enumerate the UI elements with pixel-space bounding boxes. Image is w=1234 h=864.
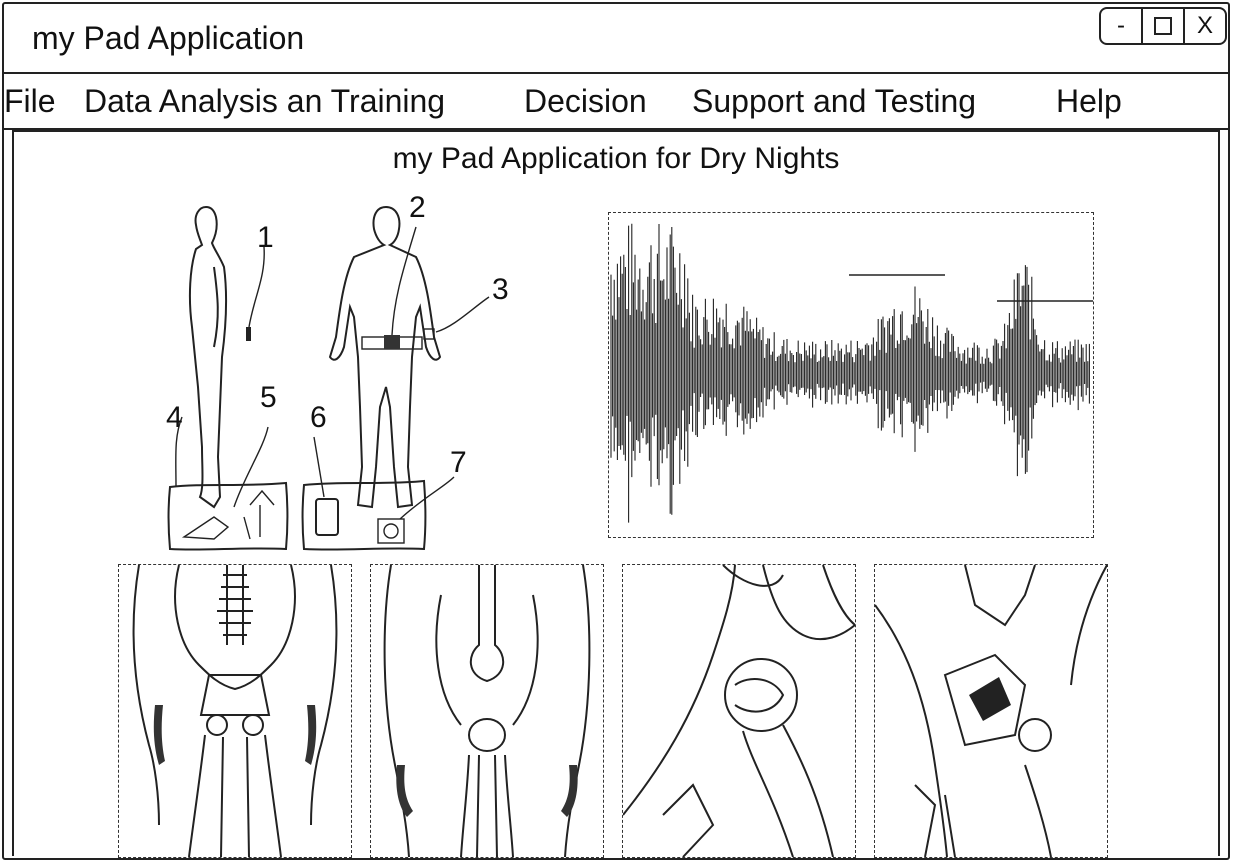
thigh-knee-panel	[370, 564, 604, 858]
main-content: my Pad Application for Dry Nights 1 2 3 …	[12, 130, 1220, 858]
hip-outline	[174, 564, 296, 691]
callout-line-6	[313, 436, 325, 498]
hand-right	[561, 765, 578, 817]
callout-5: 5	[260, 381, 277, 414]
callout-7: 7	[450, 446, 467, 479]
spine-column	[226, 565, 244, 645]
bed-box	[167, 481, 289, 551]
pad-device-icon	[377, 518, 405, 544]
maximize-button[interactable]	[1141, 9, 1183, 43]
sacrum	[199, 674, 271, 716]
callout-2: 2	[409, 191, 426, 224]
callout-3: 3	[492, 273, 509, 306]
hand-left	[396, 765, 413, 817]
hand-right	[305, 705, 317, 765]
spine-base	[964, 564, 1036, 627]
bed-scene	[181, 489, 275, 540]
window-title: my Pad Application	[32, 20, 305, 56]
callout-line-1	[248, 246, 265, 328]
menu-support-testing[interactable]: Support and Testing	[692, 83, 976, 120]
pelvis-front-xray	[132, 564, 338, 858]
maximize-icon	[1154, 17, 1172, 35]
lower-leg	[460, 754, 514, 858]
femoral-head	[724, 658, 798, 732]
app-heading: my Pad Application for Dry Nights	[392, 142, 840, 175]
femoral-head-right	[242, 714, 264, 736]
waveform-signal	[610, 223, 1093, 523]
spine-lines	[217, 574, 253, 636]
joint-socket	[734, 678, 785, 713]
callout-line-7	[399, 476, 455, 520]
femur-shaft	[469, 565, 505, 683]
minimize-button[interactable]: -	[1101, 9, 1141, 43]
waveform-lines	[610, 223, 1090, 523]
pelvis-front-panel	[118, 564, 352, 858]
leg-outline	[132, 564, 338, 826]
knee-cap	[468, 718, 506, 752]
hip-with-pad-panel	[874, 564, 1108, 858]
menu-bar: File Data Analysis an Training Decision …	[4, 72, 1228, 130]
front-figure	[328, 205, 442, 509]
menu-data-analysis[interactable]: Data Analysis an Training	[84, 83, 445, 120]
pad-device-ring	[383, 523, 399, 539]
callout-line-5	[233, 426, 269, 508]
femoral-head-left	[206, 714, 228, 736]
femoral-head	[1018, 718, 1052, 752]
hip-joint-panel	[622, 564, 856, 858]
femur-bones	[188, 734, 282, 858]
side-figure-arm	[213, 266, 219, 348]
belt-device	[384, 335, 400, 349]
thigh-knee-xray	[383, 564, 591, 858]
hand-bone	[662, 783, 715, 858]
hand-left	[153, 705, 165, 765]
close-button[interactable]: X	[1183, 9, 1225, 43]
femur-neck	[742, 724, 834, 858]
title-bar: my Pad Application - X	[4, 4, 1228, 72]
callout-line-3	[435, 296, 490, 333]
hip-with-pad-xray	[874, 564, 1108, 858]
thigh-outline	[383, 564, 591, 858]
sensor-device	[246, 327, 251, 341]
phone-icon	[315, 498, 339, 536]
waveform-panel	[608, 212, 1094, 538]
callout-1: 1	[257, 221, 274, 254]
window-controls: - X	[1099, 7, 1227, 45]
side-figure	[188, 205, 228, 509]
pelvis-curve	[622, 564, 856, 816]
bones-lower	[914, 764, 1052, 858]
hip-joint-xray	[622, 564, 856, 858]
callout-6: 6	[310, 401, 327, 434]
menu-decision[interactable]: Decision	[524, 83, 647, 120]
callout-4: 4	[166, 401, 183, 434]
device-box	[301, 479, 427, 551]
app-window: my Pad Application - X File Data Analysi…	[2, 2, 1230, 860]
iliac-outline	[722, 564, 856, 626]
menu-file[interactable]: File	[4, 83, 56, 120]
callout-line-2	[391, 226, 417, 336]
figures-illustration: 1 2 3 4 5 6 7	[166, 191, 509, 551]
menu-help[interactable]: Help	[1056, 83, 1122, 120]
pad-device	[969, 677, 1011, 721]
muscle-lines	[435, 594, 539, 726]
